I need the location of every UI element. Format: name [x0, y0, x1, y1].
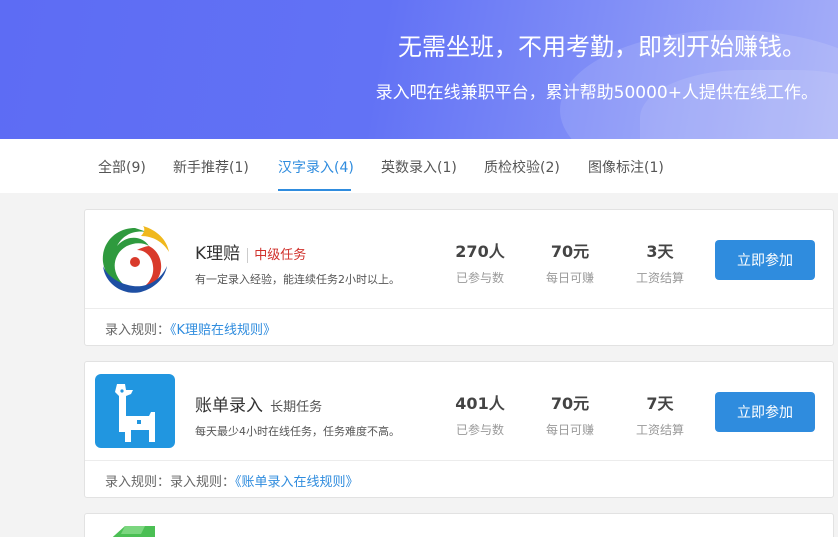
stat-value: 270人 [455, 242, 505, 261]
k-claims-logo-icon [102, 226, 169, 293]
stat-label: 工资结算 [635, 423, 684, 437]
stat-label: 每日可赚 [545, 271, 594, 285]
stat-value: 7天 [646, 394, 674, 413]
task-rules: 录入规则：《K理赔在线规则》 [85, 308, 833, 346]
task-level-tag: 中级任务 [247, 248, 307, 263]
task-title-line: 账单录入 长期任务 [195, 391, 322, 416]
join-button[interactable]: 立即参加 [715, 392, 815, 432]
stat-label: 工资结算 [635, 271, 684, 285]
rule-prefix: 录入规则： [105, 323, 171, 338]
task-name[interactable]: 账单录入 [195, 396, 263, 416]
task-description: 每天最少4小时在线任务，任务难度不高。 [195, 425, 400, 438]
rule-prefix: 录入规则：录入规则： [105, 475, 236, 490]
task-title-line: K理赔 中级任务 [195, 239, 307, 264]
rule-link[interactable]: 《K理赔在线规则》 [170, 323, 276, 338]
task-rules: 录入规则：录入规则：《账单录入在线规则》 [85, 460, 833, 498]
stat-settlement: 7天 工资结算 [615, 390, 705, 438]
tab-all[interactable]: 全部(9) [98, 157, 146, 177]
tab-image-annotation[interactable]: 图像标注(1) [588, 157, 664, 177]
giraffe-logo-icon [95, 374, 175, 448]
stat-participants: 401人 已参与数 [435, 390, 525, 438]
stat-settlement: 3天 工资结算 [615, 238, 705, 286]
stat-daily-earnings: 70元 每日可赚 [525, 390, 615, 438]
task-card: 账单录入 长期任务 每天最少4小时在线任务，任务难度不高。 401人 已参与数 … [84, 361, 834, 498]
task-level-tag: 长期任务 [270, 400, 323, 415]
task-card [84, 513, 834, 537]
stat-daily-earnings: 70元 每日可赚 [525, 238, 615, 286]
stat-participants: 270人 已参与数 [435, 238, 525, 286]
stat-label: 已参与数 [455, 271, 504, 285]
stat-value: 70元 [550, 242, 590, 261]
task-card: K理赔 中级任务 有一定录入经验，能连续任务2小时以上。 270人 已参与数 7… [84, 209, 834, 346]
stat-label: 已参与数 [455, 423, 504, 437]
task-logo-icon [112, 526, 155, 537]
tab-beginner[interactable]: 新手推荐(1) [173, 157, 249, 177]
stat-value: 3天 [646, 242, 674, 261]
stat-label: 每日可赚 [545, 423, 594, 437]
stat-value: 70元 [550, 394, 590, 413]
banner-title: 无需坐班，不用考勤，即刻开始赚钱。 [398, 33, 806, 61]
active-tab-indicator [278, 189, 351, 191]
tab-alphanumeric-entry[interactable]: 英数录入(1) [381, 157, 457, 177]
task-name[interactable]: K理赔 [195, 244, 240, 264]
tab-chinese-entry[interactable]: 汉字录入(4) [278, 157, 354, 177]
stat-value: 401人 [455, 394, 505, 413]
task-card-header: 账单录入 长期任务 每天最少4小时在线任务，任务难度不高。 401人 已参与数 … [85, 362, 833, 460]
banner-subtitle: 录入吧在线兼职平台，累计帮助50000+人提供在线工作。 [375, 83, 818, 103]
category-tabs: 全部(9) 新手推荐(1) 汉字录入(4) 英数录入(1) 质检校验(2) 图像… [0, 139, 838, 193]
rule-link[interactable]: 《账单录入在线规则》 [235, 475, 359, 490]
tab-quality-check[interactable]: 质检校验(2) [484, 157, 560, 177]
join-button[interactable]: 立即参加 [715, 240, 815, 280]
task-description: 有一定录入经验，能连续任务2小时以上。 [195, 273, 400, 286]
task-card-header: K理赔 中级任务 有一定录入经验，能连续任务2小时以上。 270人 已参与数 7… [85, 210, 833, 308]
hero-banner: 无需坐班，不用考勤，即刻开始赚钱。 录入吧在线兼职平台，累计帮助50000+人提… [0, 0, 838, 139]
